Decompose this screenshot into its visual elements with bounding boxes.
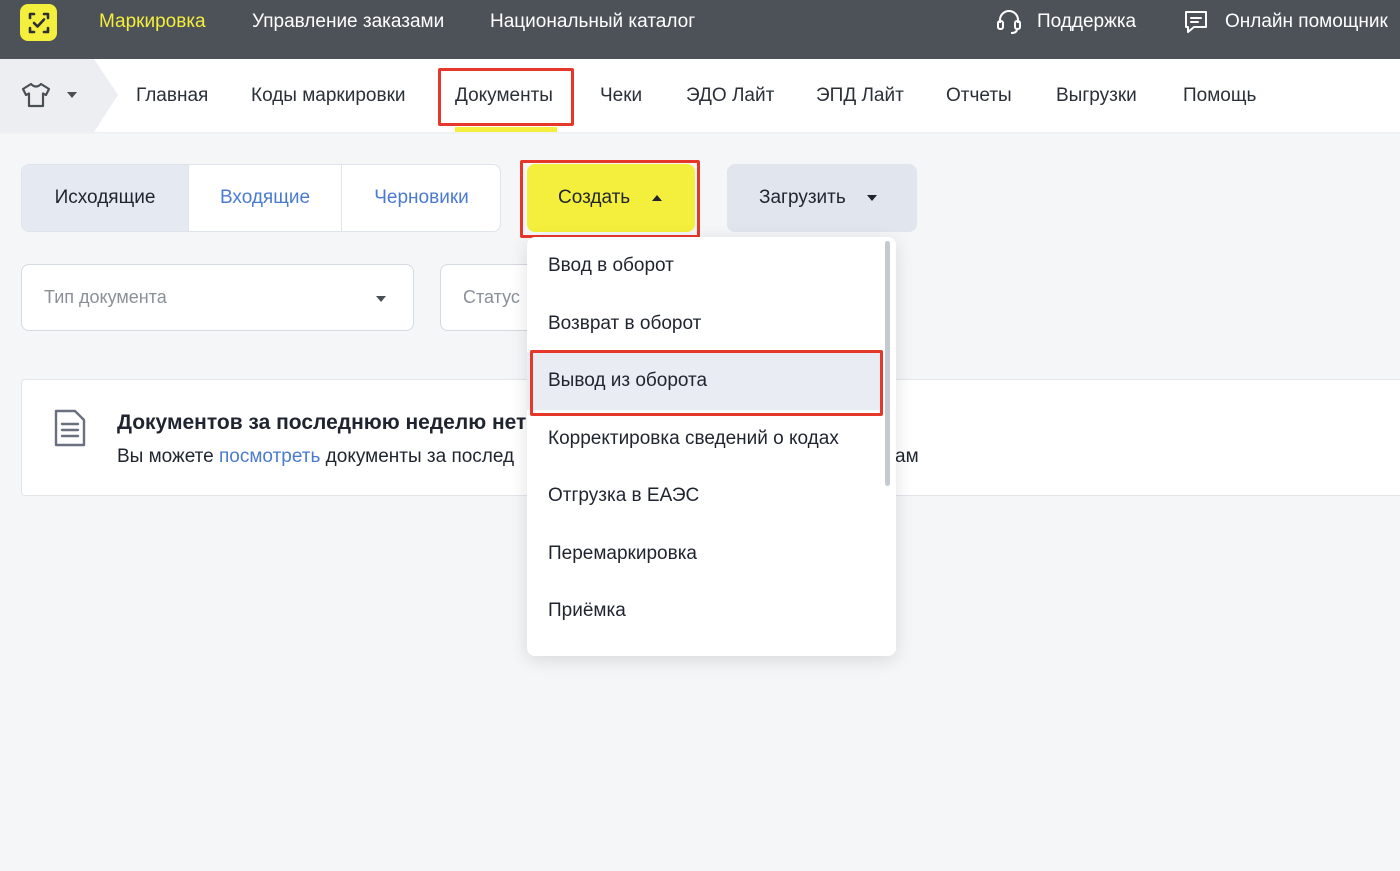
- nav-receipts[interactable]: Чеки: [600, 85, 642, 107]
- empty-state-text-tail: ам: [895, 446, 919, 467]
- dropdown-scrollbar[interactable]: [885, 241, 890, 486]
- menu-item-correction[interactable]: Корректировка сведений о кодах: [527, 410, 882, 468]
- nav-exports[interactable]: Выгрузки: [1056, 85, 1137, 107]
- document-tabs: Исходящие Входящие Черновики: [21, 164, 501, 232]
- document-icon: [53, 408, 87, 453]
- chevron-down-icon: [376, 296, 386, 302]
- create-dropdown-menu: Ввод в оборот Возврат в оборот Вывод из …: [527, 237, 896, 656]
- check-logo-icon[interactable]: [20, 4, 57, 41]
- menu-item-introduce[interactable]: Ввод в оборот: [527, 237, 882, 295]
- nav-codes[interactable]: Коды маркировки: [251, 85, 406, 107]
- top-nav-catalog[interactable]: Национальный каталог: [490, 11, 695, 33]
- nav-epd-lite[interactable]: ЭПД Лайт: [816, 85, 904, 107]
- nav-edo-lite[interactable]: ЭДО Лайт: [686, 85, 774, 107]
- empty-state-text: Вы можете посмотреть документы за послед: [117, 446, 514, 468]
- document-type-select[interactable]: Тип документа: [21, 264, 414, 331]
- view-documents-link[interactable]: посмотреть: [219, 446, 320, 467]
- chat-icon[interactable]: [1182, 8, 1210, 41]
- tab-outgoing[interactable]: Исходящие: [22, 165, 188, 231]
- menu-item-remarking[interactable]: Перемаркировка: [527, 525, 882, 583]
- menu-item-eaes-shipment[interactable]: Отгрузка в ЕАЭС: [527, 467, 882, 525]
- create-button[interactable]: Создать: [527, 164, 695, 232]
- tab-drafts[interactable]: Черновики: [342, 165, 500, 231]
- nav-documents[interactable]: Документы: [455, 85, 553, 107]
- nav-help[interactable]: Помощь: [1183, 85, 1256, 107]
- nav-reports[interactable]: Отчеты: [946, 85, 1012, 107]
- active-nav-indicator: [455, 127, 557, 132]
- sub-navigation: Главная Коды маркировки Документы Чеки Э…: [0, 59, 1400, 132]
- empty-state-text-prefix: Вы можете: [117, 446, 220, 467]
- chevron-down-icon[interactable]: [67, 92, 77, 98]
- menu-item-withdraw[interactable]: Вывод из оборота: [527, 352, 882, 410]
- upload-button-label: Загрузить: [759, 187, 846, 208]
- category-selector[interactable]: [0, 59, 118, 132]
- chevron-up-icon: [652, 195, 662, 201]
- top-nav-orders[interactable]: Управление заказами: [252, 11, 444, 33]
- tshirt-icon[interactable]: [20, 81, 52, 114]
- tab-incoming[interactable]: Входящие: [189, 165, 341, 231]
- empty-state-title: Документов за последнюю неделю нет: [117, 411, 527, 434]
- top-bar: Маркировка Управление заказами Националь…: [0, 0, 1400, 59]
- chevron-down-icon: [867, 195, 877, 201]
- upload-button[interactable]: Загрузить: [727, 164, 917, 232]
- top-nav-markirovka[interactable]: Маркировка: [99, 11, 206, 33]
- menu-item-acceptance[interactable]: Приёмка: [527, 582, 882, 640]
- document-type-placeholder: Тип документа: [44, 287, 167, 307]
- assistant-link[interactable]: Онлайн помощник: [1225, 11, 1388, 33]
- empty-state-text-suffix: документы за послед: [320, 446, 515, 467]
- menu-item-return[interactable]: Возврат в оборот: [527, 295, 882, 353]
- headset-icon[interactable]: [996, 8, 1022, 41]
- status-placeholder: Статус: [463, 287, 520, 307]
- create-button-label: Создать: [558, 187, 631, 208]
- nav-home[interactable]: Главная: [136, 85, 208, 107]
- support-link[interactable]: Поддержка: [1037, 11, 1136, 33]
